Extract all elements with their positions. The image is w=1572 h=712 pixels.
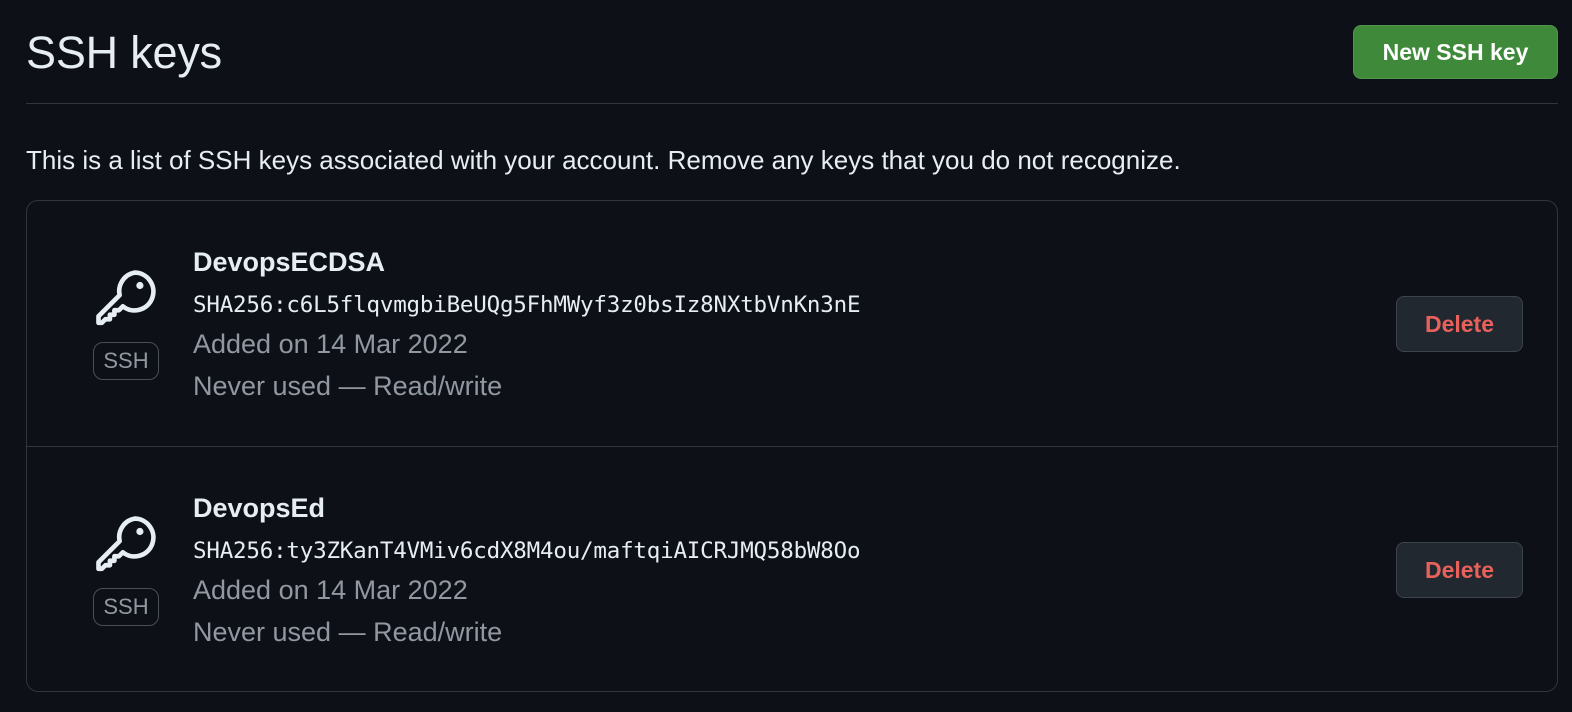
key-usage: Never used — Read/write: [193, 617, 503, 647]
key-details: DevopsECDSA SHA256:c6L5flqvmgbiBeUQg5FhM…: [193, 245, 861, 404]
key-usage: Never used — Read/write: [193, 371, 503, 401]
intro-text: This is a list of SSH keys associated wi…: [26, 145, 1181, 175]
key-added-date: Added on 14 Mar 2022: [193, 575, 468, 605]
ssh-key-item: SSH DevopsECDSA SHA256:c6L5flqvmgbiBeUQg…: [27, 201, 1557, 446]
ssh-key-item: SSH DevopsEd SHA256:ty3ZKanT4VMiv6cdX8M4…: [27, 446, 1557, 691]
delete-key-button[interactable]: Delete: [1396, 542, 1523, 598]
key-icon: [91, 509, 163, 581]
key-details: DevopsEd SHA256:ty3ZKanT4VMiv6cdX8M4ou/m…: [193, 491, 861, 650]
key-name: DevopsECDSA: [193, 247, 386, 277]
key-icon: [91, 263, 163, 335]
key-fingerprint: SHA256:c6L5flqvmgbiBeUQg5FhMWyf3z0bsIz8N…: [193, 292, 861, 318]
delete-key-button[interactable]: Delete: [1396, 296, 1523, 352]
ssh-keys-page: SSH keys New SSH key This is a list of S…: [0, 0, 1572, 712]
page-header: SSH keys New SSH key: [26, 0, 1558, 104]
ssh-badge: SSH: [93, 342, 159, 380]
key-added-date: Added on 14 Mar 2022: [193, 329, 468, 359]
key-name: DevopsEd: [193, 493, 326, 523]
ssh-key-list: SSH DevopsECDSA SHA256:c6L5flqvmgbiBeUQg…: [26, 200, 1558, 692]
new-ssh-key-button[interactable]: New SSH key: [1353, 25, 1558, 79]
key-fingerprint: SHA256:ty3ZKanT4VMiv6cdX8M4ou/maftqiAICR…: [193, 538, 861, 564]
page-title: SSH keys: [26, 27, 222, 78]
ssh-badge: SSH: [93, 588, 159, 626]
